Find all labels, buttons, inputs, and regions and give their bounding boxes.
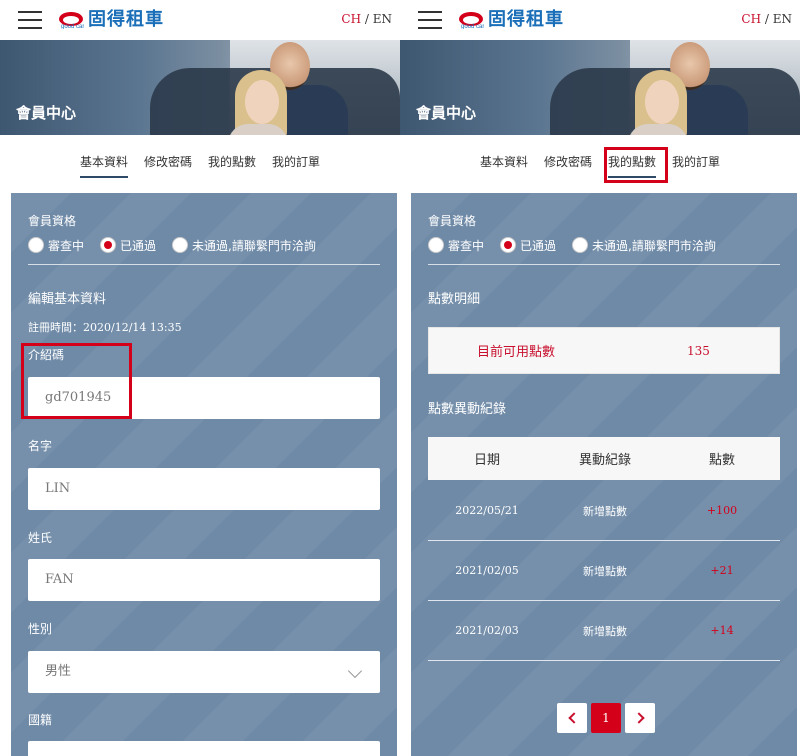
radio-approved-label: 已通過 bbox=[120, 238, 157, 253]
lang-separator: / bbox=[761, 12, 773, 26]
hero-banner: 會員中心 bbox=[0, 40, 400, 135]
membership-status-group: 審查中 已通過 未通過,請聯繫門市洽詢 bbox=[428, 236, 732, 254]
available-points-box: 目前可用點數 135 bbox=[428, 327, 780, 374]
row-points: +100 bbox=[706, 504, 738, 517]
logo-mark-icon: good car bbox=[459, 12, 484, 29]
first-name-field[interactable]: LIN bbox=[28, 468, 380, 510]
page-1-button[interactable]: 1 bbox=[591, 703, 621, 733]
membership-title: 會員資格 bbox=[28, 214, 77, 228]
row-record: 新增點數 bbox=[583, 564, 627, 578]
menu-icon[interactable] bbox=[18, 11, 42, 29]
top-bar: good car 固得租車 CH / EN bbox=[0, 0, 400, 40]
membership-status-group: 審查中 已通過 未通過,請聯繫門市洽詢 bbox=[28, 236, 332, 254]
points-card: 會員資格 審查中 已通過 未通過,請聯繫門市洽詢 點數明細 目前可用點數 135… bbox=[411, 193, 797, 756]
profile-card: 會員資格 審查中 已通過 未通過,請聯繫門市洽詢 編輯基本資料 註冊時間：202… bbox=[11, 193, 397, 756]
gender-label: 性別 bbox=[28, 622, 53, 636]
column-record: 異動紀錄 bbox=[578, 453, 631, 468]
highlight-referral-code bbox=[21, 343, 132, 419]
menu-icon[interactable] bbox=[418, 11, 442, 29]
lang-en-link[interactable]: EN bbox=[373, 12, 392, 26]
membership-title: 會員資格 bbox=[428, 214, 477, 228]
tab-my-orders[interactable]: 我的訂單 bbox=[272, 153, 320, 178]
prev-page-button[interactable] bbox=[557, 703, 587, 733]
table-row: 2022/05/21 新增點數 +100 bbox=[428, 481, 780, 541]
radio-rejected-label: 未通過,請聯繫門市洽詢 bbox=[592, 238, 716, 253]
gender-select[interactable]: 男性 bbox=[28, 651, 380, 693]
logo-mark-icon: good car bbox=[59, 12, 84, 29]
row-record: 新增點數 bbox=[583, 624, 627, 638]
next-page-button[interactable] bbox=[625, 703, 655, 733]
last-name-field[interactable]: FAN bbox=[28, 559, 380, 601]
row-record: 新增點數 bbox=[583, 504, 627, 518]
nationality-field[interactable] bbox=[28, 741, 380, 756]
nationality-label: 國籍 bbox=[28, 713, 53, 727]
divider bbox=[428, 264, 780, 265]
available-points-value: 135 bbox=[687, 343, 710, 358]
member-tabs: 基本資料 修改密碼 我的點數 我的訂單 bbox=[400, 135, 800, 193]
radio-pending[interactable] bbox=[28, 237, 44, 253]
brand-logo[interactable]: good car 固得租車 bbox=[458, 8, 564, 32]
tab-basic-info[interactable]: 基本資料 bbox=[79, 153, 128, 178]
radio-pending-label: 審查中 bbox=[48, 238, 85, 253]
chevron-left-icon bbox=[567, 712, 580, 724]
radio-pending[interactable] bbox=[428, 237, 444, 253]
registration-time: 註冊時間：2020/12/14 13:35 bbox=[28, 321, 182, 334]
tab-basic-info[interactable]: 基本資料 bbox=[480, 153, 528, 178]
member-tabs: 基本資料 修改密碼 我的點數 我的訂單 bbox=[0, 135, 400, 193]
available-points-label: 目前可用點數 bbox=[477, 345, 556, 360]
radio-rejected-label: 未通過,請聯繫門市洽詢 bbox=[192, 238, 316, 253]
tab-my-orders[interactable]: 我的訂單 bbox=[672, 153, 720, 178]
divider bbox=[28, 264, 380, 265]
edit-profile-title: 編輯基本資料 bbox=[28, 292, 107, 307]
points-detail-title: 點數明細 bbox=[428, 292, 481, 307]
row-points: +21 bbox=[710, 564, 734, 577]
radio-approved[interactable] bbox=[500, 237, 517, 253]
row-date: 2022/05/21 bbox=[455, 504, 519, 517]
highlight-my-points-tab bbox=[604, 147, 668, 183]
tab-change-password[interactable]: 修改密碼 bbox=[544, 153, 592, 178]
row-points: +14 bbox=[710, 624, 734, 637]
language-switcher[interactable]: CH / EN bbox=[341, 12, 392, 26]
hero-banner: 會員中心 bbox=[400, 40, 800, 135]
page-title: 會員中心 bbox=[16, 104, 77, 122]
row-date: 2021/02/03 bbox=[455, 624, 519, 637]
lang-en-link[interactable]: EN bbox=[773, 12, 792, 26]
chevron-right-icon bbox=[632, 712, 645, 724]
table-row: 2021/02/03 新增點數 +14 bbox=[428, 601, 780, 661]
lang-ch-link[interactable]: CH bbox=[341, 12, 361, 26]
last-name-label: 姓氏 bbox=[28, 531, 53, 545]
first-name-label: 名字 bbox=[28, 439, 53, 453]
points-table-header: 日期 異動紀錄 點數 bbox=[428, 437, 780, 480]
tab-my-points[interactable]: 我的點數 bbox=[208, 153, 256, 178]
points-screen: good car 固得租車 CH / EN 會員中心 基本資料 修改密碼 我的點… bbox=[400, 0, 800, 756]
radio-approved[interactable] bbox=[100, 237, 117, 253]
brand-name: 固得租車 bbox=[488, 9, 564, 30]
radio-approved-label: 已通過 bbox=[520, 238, 557, 253]
brand-name: 固得租車 bbox=[88, 9, 164, 30]
radio-rejected[interactable] bbox=[172, 237, 189, 253]
pagination: 1 bbox=[557, 703, 659, 733]
language-switcher[interactable]: CH / EN bbox=[741, 12, 792, 26]
radio-pending-label: 審查中 bbox=[448, 238, 485, 253]
table-row: 2021/02/05 新增點數 +21 bbox=[428, 541, 780, 601]
top-bar: good car 固得租車 CH / EN bbox=[400, 0, 800, 40]
profile-screen: good car 固得租車 CH / EN 會員中心 基本資料 修改密碼 我的點… bbox=[0, 0, 400, 756]
column-points: 點數 bbox=[708, 453, 735, 468]
svg-text:good car: good car bbox=[61, 24, 84, 29]
row-date: 2021/02/05 bbox=[455, 564, 519, 577]
tab-change-password[interactable]: 修改密碼 bbox=[144, 153, 192, 178]
radio-rejected[interactable] bbox=[572, 237, 589, 253]
brand-logo[interactable]: good car 固得租車 bbox=[58, 8, 164, 32]
page-title: 會員中心 bbox=[416, 104, 477, 122]
lang-separator: / bbox=[361, 12, 373, 26]
svg-text:good car: good car bbox=[461, 24, 484, 29]
points-history-title: 點數異動紀錄 bbox=[428, 402, 507, 417]
lang-ch-link[interactable]: CH bbox=[741, 12, 761, 26]
column-date: 日期 bbox=[473, 453, 500, 468]
